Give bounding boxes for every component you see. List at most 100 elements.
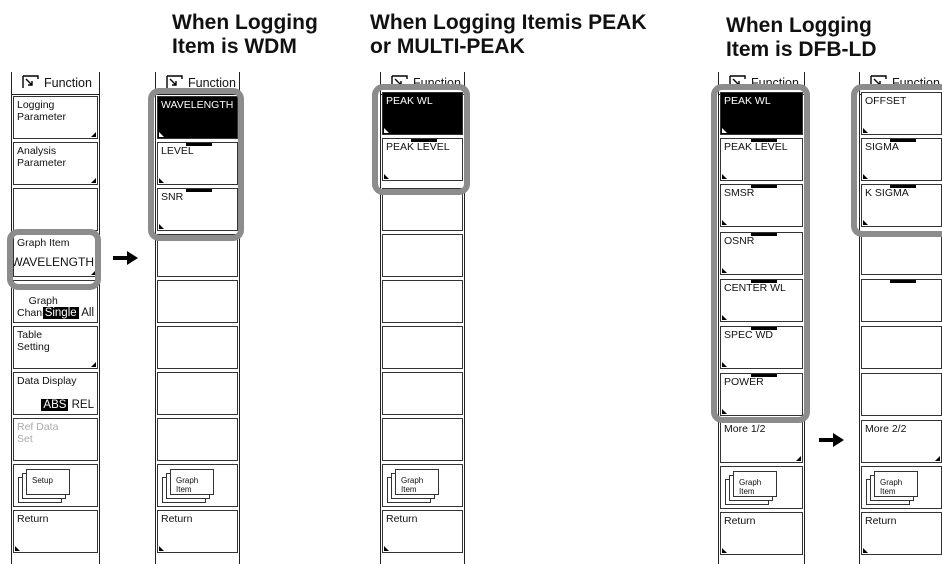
function-label: Function [188,76,236,90]
return-label: Return [865,515,897,527]
power-label: POWER [724,376,764,388]
peak-wl-button[interactable]: PEAK WL [382,92,463,135]
peak-level-label: PEAK LEVEL [386,141,450,153]
level-label: LEVEL [161,145,194,157]
return-button[interactable]: Return [157,510,238,553]
function-icon [22,75,39,88]
function-menu-dfb-page1: Function PEAK WL PEAK LEVEL SMSR OSNR CE… [718,72,805,564]
function-icon [391,75,408,88]
table-setting-label: Table Setting [17,329,50,353]
center-wl-button[interactable]: CENTER WL [720,279,803,322]
more-1-2-label: More 1/2 [724,423,766,435]
dfb-peak-level-button[interactable]: PEAK LEVEL [720,138,803,181]
peak-level-button[interactable]: PEAK LEVEL [382,138,463,181]
graph-item-stack-button[interactable]: Graph Item [720,466,803,509]
dfb-peak-wl-label: PEAK WL [724,95,771,107]
blank-softkey [861,326,942,369]
blank-softkey [382,234,463,277]
center-wl-label: CENTER WL [724,282,786,294]
logging-parameter-button[interactable]: Logging Parameter [13,96,98,139]
offset-label: OFFSET [865,95,907,107]
function-menu-peak: Function PEAK WL PEAK LEVEL Graph Item R… [380,72,465,564]
spec-wd-button[interactable]: SPEC WD [720,326,803,369]
table-setting-button[interactable]: Table Setting [13,326,98,369]
function-menu-wdm: Function WAVELENGTH LEVEL SNR Graph Item… [155,72,240,564]
graph-channel-single: Single [42,307,79,319]
return-label: Return [386,513,418,525]
offset-button[interactable]: OFFSET [861,92,942,135]
graph-item-value: WAVELENGTH [13,255,94,269]
function-menu-main: Function Logging Parameter Analysis Para… [11,72,100,564]
blank-softkey [157,372,238,415]
return-button[interactable]: Return [382,510,463,553]
arrow-right-icon [113,251,138,265]
graph-item-stack-button[interactable]: Graph Item [861,466,942,509]
data-display-abs: ABS [41,399,69,411]
graph-channel-all: All [81,307,94,319]
snr-button[interactable]: SNR [157,188,238,231]
osnr-label: OSNR [724,235,755,247]
return-button[interactable]: Return [720,512,803,555]
k-sigma-button[interactable]: K SIGMA [861,184,942,227]
smsr-button[interactable]: SMSR [720,184,803,227]
graph-channel-selector: Single All [42,307,94,319]
data-display-rel: REL [71,399,94,411]
dfb-peak-wl-button[interactable]: PEAK WL [720,92,803,135]
function-icon [729,75,746,88]
logging-parameter-label: Logging Parameter [17,99,67,123]
spec-wd-label: SPEC WD [724,329,774,341]
setup-button[interactable]: Setup [13,464,98,507]
k-sigma-label: K SIGMA [865,187,909,199]
osnr-button[interactable]: OSNR [720,232,803,275]
sigma-button[interactable]: SIGMA [861,138,942,181]
more-2-2-button[interactable]: More 2/2 [861,420,942,463]
blank-softkey [157,234,238,277]
data-display-label: Data Display [17,375,77,387]
wavelength-button[interactable]: WAVELENGTH [157,96,238,139]
smsr-label: SMSR [724,187,755,199]
blank-softkey [382,418,463,461]
blank-softkey [382,372,463,415]
blank-softkey [157,326,238,369]
data-display-button[interactable]: Data Display ABS REL [13,372,98,415]
return-label: Return [724,515,756,527]
function-label: Function [751,76,799,90]
graph-item-stack-button[interactable]: Graph Item [382,464,463,507]
graph-item-stack-label: Graph Item [170,469,214,495]
function-label: Function [413,76,461,90]
heading-dfb: When Logging Item is DFB-LD [726,14,877,61]
snr-label: SNR [161,191,184,203]
more-1-2-button[interactable]: More 1/2 [720,420,803,463]
function-menu-dfb-page2: Function OFFSET SIGMA K SIGMA More 2/2 G… [859,72,942,564]
ref-data-set-button[interactable]: Ref Data Set [13,418,98,461]
peak-wl-label: PEAK WL [386,95,433,107]
blank-softkey [861,373,942,416]
analysis-parameter-button[interactable]: Analysis Parameter [13,142,98,185]
function-label: Function [892,76,940,90]
graph-item-stack-label: Graph Item [874,471,918,497]
blank-softkey [861,232,942,275]
graph-channel-button[interactable]: Graph Channel Single All [13,280,98,323]
graph-item-label: Graph Item [17,237,70,249]
heading-peak: When Logging Itemis PEAK or MULTI-PEAK [370,11,647,58]
data-display-selector: ABS REL [41,399,94,411]
blank-softkey [861,279,942,322]
blank-softkey [157,280,238,323]
function-icon [166,75,183,88]
return-button[interactable]: Return [861,512,942,555]
function-header: Function [156,72,239,95]
heading-wdm: When Logging Item is WDM [172,11,318,58]
return-button[interactable]: Return [13,510,98,553]
wavelength-label: WAVELENGTH [161,99,234,111]
function-header: Function [12,72,99,95]
level-button[interactable]: LEVEL [157,142,238,185]
more-2-2-label: More 2/2 [865,423,907,435]
blank-softkey [13,188,98,231]
graph-item-button[interactable]: Graph Item WAVELENGTH [13,234,98,277]
graph-item-stack-button[interactable]: Graph Item [157,464,238,507]
sigma-label: SIGMA [865,141,899,153]
power-button[interactable]: POWER [720,373,803,416]
function-icon [870,75,887,88]
function-label: Function [44,76,92,90]
ref-data-set-label: Ref Data Set [17,421,59,445]
